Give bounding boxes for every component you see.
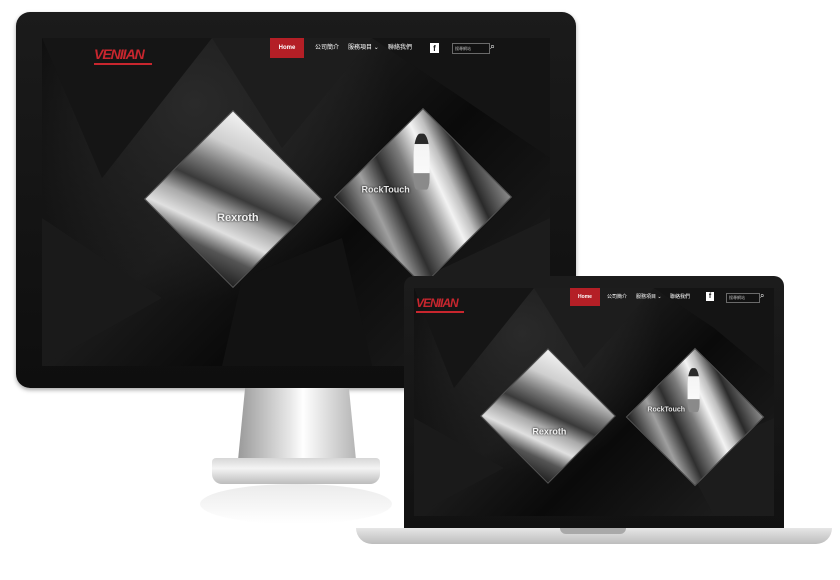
brand-logo-laptop[interactable]: VENIIAN: [416, 296, 464, 313]
nav-contact-laptop[interactable]: 聯絡我們: [670, 295, 690, 300]
search-input-laptop[interactable]: 搜尋網站: [726, 293, 760, 303]
navbar-laptop: VENIIAN Home 公司簡介 服務項目 ⌄ 聯絡我們 f 搜尋網站 ⌕: [414, 288, 774, 316]
website-laptop: VENIIAN Home 公司簡介 服務項目 ⌄ 聯絡我們 f 搜尋網站 ⌕ R…: [414, 288, 774, 516]
logo-text-laptop: VENIIAN: [416, 296, 459, 310]
photo-caption-right-laptop: RockTouch: [647, 406, 686, 414]
nav-services-label-laptop: 服務項目: [636, 294, 657, 300]
nav-home[interactable]: Home: [270, 38, 304, 58]
brand-logo[interactable]: VENIIAN: [94, 46, 152, 65]
photo-caption-left: Rexroth: [217, 211, 259, 224]
nav-home-laptop[interactable]: Home: [570, 288, 600, 306]
search-icon[interactable]: ⌕: [490, 41, 495, 52]
logo-text: VENIIAN: [94, 46, 145, 62]
laptop-notch: [560, 528, 626, 534]
hero-model: [413, 133, 430, 190]
monitor-stand-neck: [238, 388, 356, 460]
nav-about-laptop[interactable]: 公司簡介: [607, 295, 627, 300]
navbar: VENIIAN Home 公司簡介 服務項目 ⌄ 聯絡我們 f 搜尋網站 ⌕: [42, 38, 550, 66]
search-icon[interactable]: ⌕: [760, 291, 764, 301]
chevron-down-icon: ⌄: [373, 45, 379, 51]
nav-about[interactable]: 公司簡介: [315, 45, 339, 51]
monitor-stand-base: [212, 458, 380, 484]
nav-services-label: 服務項目: [348, 45, 373, 51]
search-input[interactable]: 搜尋網站: [452, 43, 490, 54]
monitor-shadow: [200, 484, 392, 524]
nav-services-laptop[interactable]: 服務項目 ⌄: [636, 295, 662, 300]
logo-underline: [94, 63, 152, 65]
chevron-down-icon: ⌄: [657, 294, 662, 300]
photo-caption-left-laptop: Rexroth: [532, 426, 567, 437]
logo-underline-laptop: [416, 311, 464, 313]
facebook-icon[interactable]: f: [430, 43, 439, 53]
facebook-icon[interactable]: f: [706, 292, 714, 301]
nav-contact[interactable]: 聯絡我們: [388, 45, 412, 51]
nav-services[interactable]: 服務項目 ⌄: [348, 45, 379, 51]
laptop-lid: VENIIAN Home 公司簡介 服務項目 ⌄ 聯絡我們 f 搜尋網站 ⌕ R…: [404, 276, 784, 528]
laptop-screen: VENIIAN Home 公司簡介 服務項目 ⌄ 聯絡我們 f 搜尋網站 ⌕ R…: [414, 288, 774, 516]
photo-caption-right: RockTouch: [361, 184, 410, 195]
hero-model-laptop: [687, 368, 700, 413]
